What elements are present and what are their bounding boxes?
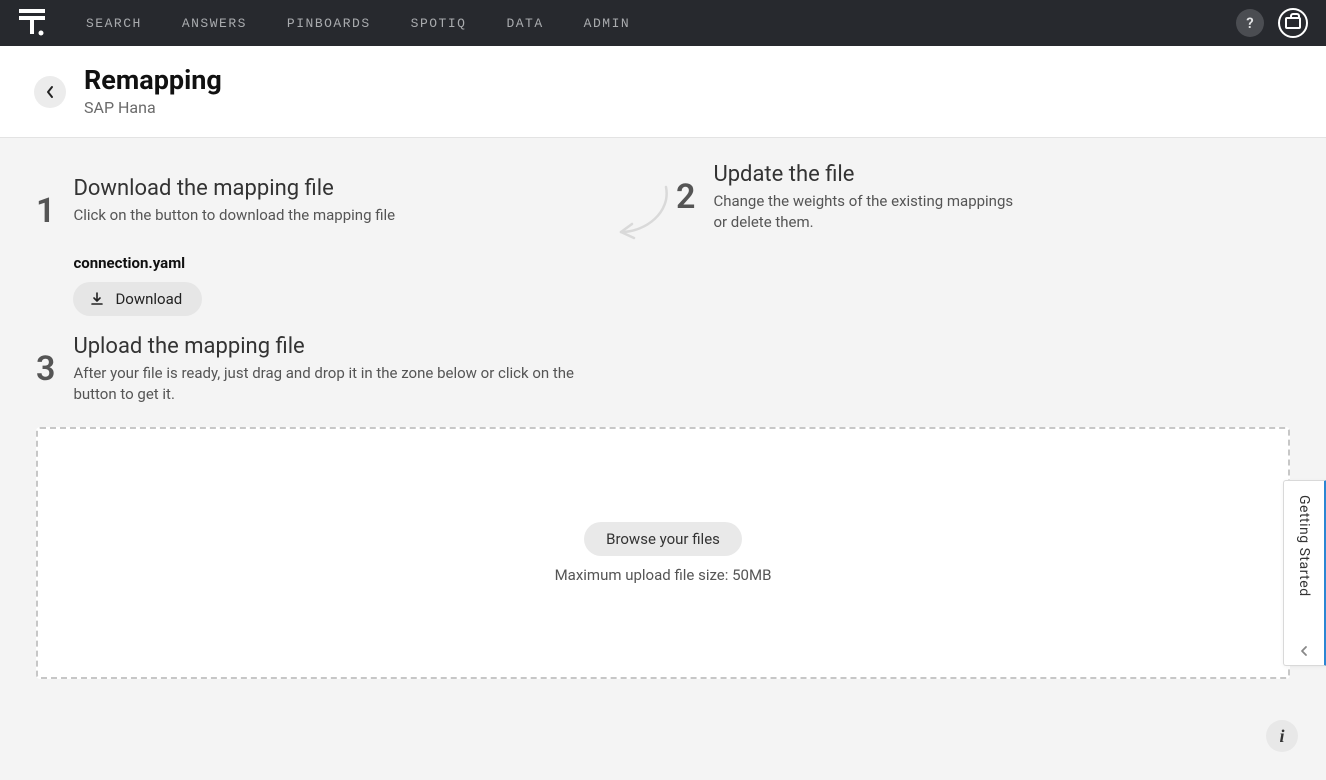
title-block: Remapping SAP Hana bbox=[84, 66, 222, 117]
download-button-label: Download bbox=[115, 290, 182, 308]
step-1-number: 1 bbox=[36, 194, 55, 228]
mapping-filename: connection.yaml bbox=[73, 254, 616, 272]
info-button[interactable]: i bbox=[1266, 720, 1298, 752]
step-1-desc: Click on the button to download the mapp… bbox=[73, 205, 616, 226]
nav-pinboards[interactable]: PINBOARDS bbox=[287, 16, 371, 31]
nav-answers[interactable]: ANSWERS bbox=[182, 16, 247, 31]
nav-search[interactable]: SEARCH bbox=[86, 16, 142, 31]
step-2-desc: Change the weights of the existing mappi… bbox=[713, 191, 1013, 233]
step-1-title: Download the mapping file bbox=[73, 176, 616, 201]
step-2-title: Update the file bbox=[713, 162, 1256, 187]
step-2-number: 2 bbox=[676, 180, 695, 214]
top-nav: SEARCH ANSWERS PINBOARDS SPOTIQ DATA ADM… bbox=[0, 0, 1326, 46]
brand-logo[interactable] bbox=[18, 8, 46, 38]
getting-started-label: Getting Started bbox=[1296, 495, 1312, 597]
nav-data[interactable]: DATA bbox=[506, 16, 543, 31]
upload-dropzone[interactable]: Browse your files Maximum upload file si… bbox=[36, 427, 1290, 679]
logo-icon bbox=[19, 9, 45, 37]
topbar-right: ? bbox=[1236, 8, 1308, 38]
nav-items: SEARCH ANSWERS PINBOARDS SPOTIQ DATA ADM… bbox=[86, 16, 1236, 31]
page-subtitle: SAP Hana bbox=[84, 98, 222, 117]
content-area: 1 Download the mapping file Click on the… bbox=[0, 138, 1326, 780]
step-3-desc: After your file is ready, just drag and … bbox=[73, 363, 593, 405]
nav-admin[interactable]: ADMIN bbox=[584, 16, 631, 31]
step-3-title: Upload the mapping file bbox=[73, 334, 656, 359]
chevron-left-icon bbox=[1299, 645, 1309, 657]
step-1: 1 Download the mapping file Click on the… bbox=[36, 176, 616, 316]
browse-files-button[interactable]: Browse your files bbox=[584, 522, 742, 556]
max-upload-size-label: Maximum upload file size: 50MB bbox=[555, 566, 772, 584]
briefcase-icon bbox=[1285, 17, 1301, 29]
step-3-number: 3 bbox=[36, 352, 55, 386]
help-button[interactable]: ? bbox=[1236, 9, 1264, 37]
steps-row: 1 Download the mapping file Click on the… bbox=[36, 176, 1290, 316]
back-button[interactable] bbox=[34, 76, 66, 108]
download-icon bbox=[89, 291, 105, 307]
download-button[interactable]: Download bbox=[73, 282, 202, 316]
step-3: 3 Upload the mapping file After your fil… bbox=[36, 334, 656, 405]
page-header: Remapping SAP Hana bbox=[0, 46, 1326, 138]
page-title: Remapping bbox=[84, 66, 222, 96]
step-2: 2 Update the file Change the weights of … bbox=[676, 162, 1256, 316]
getting-started-tab[interactable]: Getting Started bbox=[1283, 480, 1326, 666]
curved-arrow-icon bbox=[606, 182, 686, 252]
nav-spotiq[interactable]: SPOTIQ bbox=[411, 16, 467, 31]
user-avatar[interactable] bbox=[1278, 8, 1308, 38]
chevron-left-icon bbox=[45, 85, 55, 99]
